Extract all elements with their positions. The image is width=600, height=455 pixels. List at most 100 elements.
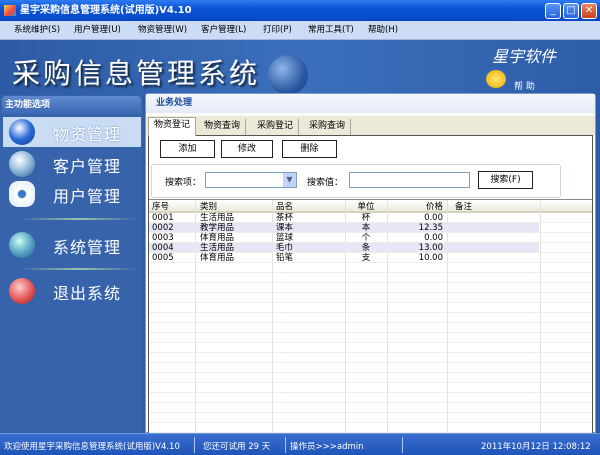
cell-note [455,243,536,253]
menu-materials[interactable]: 物资管理(W) [138,21,187,40]
menu-system[interactable]: 系统维护(S) [14,21,60,40]
search-value-label: 搜索值： [307,178,344,188]
status-datetime: 2011年10月12日 12:08:12 [481,442,591,452]
network-icon [9,232,35,258]
row-line [149,272,592,273]
cell-unit: 杯 [361,213,371,223]
cell-name: 课本 [276,223,294,233]
power-icon [9,278,35,304]
tab-purchase-register[interactable]: 采购登记 [252,119,300,135]
tab-material-register[interactable]: 物资登记 [148,117,197,136]
cell-category: 体育用品 [200,253,235,263]
row-line [149,302,592,303]
divider [285,437,286,453]
globe-icon [268,55,308,95]
cell-price: 0.00 [424,233,443,243]
row-line [149,372,592,373]
cell-unit: 条 [361,243,371,253]
row-line [149,322,592,323]
minimize-button[interactable]: _ [545,3,561,19]
row-line [149,362,592,363]
sidebar-item-users[interactable]: 用户管理 [3,179,141,209]
menu-print[interactable]: 打印(P) [263,21,292,40]
cell-price: 13.00 [418,243,443,253]
column-header-category[interactable]: 类别 [200,202,268,212]
help-link[interactable]: 帮 助 [514,79,535,92]
cell-name: 毛巾 [276,243,294,253]
cell-seq: 0002 [152,223,174,233]
banner-title: 采购信息管理系统 [12,57,261,90]
table-row[interactable]: 0001 生活用品 茶杯 杯 0.00 [149,213,592,223]
sidebar-item-materials[interactable]: 物资管理 [3,117,141,147]
status-welcome: 欢迎使用星宇采购信息管理系统(试用版)V4.10 [4,442,180,452]
table-row[interactable]: 0003 体育用品 篮球 个 0.00 [149,233,592,243]
sidebar-item-label: 用户管理 [53,187,122,206]
cell-seq: 0004 [152,243,174,253]
tab-purchase-query[interactable]: 采购查询 [304,119,352,135]
divider [20,268,138,270]
delete-button[interactable]: 删除 [282,140,337,158]
column-header-seq[interactable]: 序号 [152,202,191,212]
cell-note [455,253,536,263]
menu-customers[interactable]: 客户管理(L) [201,21,246,40]
status-trial: 您还可试用 29 天 [203,442,271,452]
edit-button[interactable]: 修改 [221,140,273,158]
cell-unit: 个 [361,233,371,243]
cell-name: 茶杯 [276,213,294,223]
search-field-label: 搜索项： [165,178,202,188]
column-header-unit[interactable]: 单位 [349,202,383,212]
sidebar-item-exit[interactable]: 退出系统 [3,276,141,306]
tab-material-query[interactable]: 物资查询 [199,119,247,135]
sidebar-item-customers[interactable]: 客户管理 [3,149,141,179]
cell-name: 篮球 [276,233,294,243]
sidebar-item-label: 客户管理 [53,157,122,176]
search-button[interactable]: 搜索(F) [478,171,533,189]
table-row[interactable]: 0005 体育用品 铅笔 支 10.00 [149,253,592,263]
row-line [149,332,592,333]
help-icon[interactable] [486,70,506,88]
row-line [149,352,592,353]
add-button[interactable]: 添加 [160,140,215,158]
cell-price: 0.00 [424,213,443,223]
column-header-note[interactable]: 备注 [455,202,536,212]
cell-seq: 0001 [152,213,174,223]
row-line [149,412,592,413]
cell-note [455,213,536,223]
title-bar: 星宇采购信息管理系统(试用版)V4.10 [0,0,600,21]
globe-icon [9,119,35,145]
sidebar-item-label: 系统管理 [53,238,122,257]
table-row[interactable]: 0004 生活用品 毛巾 条 13.00 [149,243,592,253]
menu-tools[interactable]: 常用工具(T) [308,21,354,40]
sidebar-item-system[interactable]: 系统管理 [3,230,141,260]
sidebar-item-label: 退出系统 [53,284,122,303]
close-button[interactable]: ✕ [581,3,597,19]
chevron-down-icon[interactable]: ▼ [283,173,296,187]
divider [402,437,403,453]
row-line [149,392,592,393]
brand-logo: 星宇软件 [492,47,557,66]
card-icon [9,151,35,177]
cell-seq: 0005 [152,253,174,263]
app-icon [4,5,16,16]
menu-help[interactable]: 帮助(H) [368,21,398,40]
cell-category: 生活用品 [200,213,235,223]
cell-unit: 本 [361,223,371,233]
divider [20,218,138,220]
divider [194,437,195,453]
menu-users[interactable]: 用户管理(U) [74,21,121,40]
sidebar-item-label: 物资管理 [53,125,122,144]
cell-note [455,233,536,243]
cell-seq: 0003 [152,233,174,243]
column-header-price[interactable]: 价格 [390,202,443,212]
cell-name: 铅笔 [276,253,294,263]
panel-header: 业务处理 [146,94,595,113]
table-row[interactable]: 0002 教学用品 课本 本 12.35 [149,223,592,233]
row-line [149,342,592,343]
column-header-name[interactable]: 品名 [276,202,341,212]
maximize-button[interactable]: □ [563,3,579,19]
search-value-input[interactable] [349,172,470,188]
cell-price: 12.35 [418,223,443,233]
cell-note [455,223,536,233]
cell-category: 生活用品 [200,243,235,253]
row-line [149,282,592,283]
